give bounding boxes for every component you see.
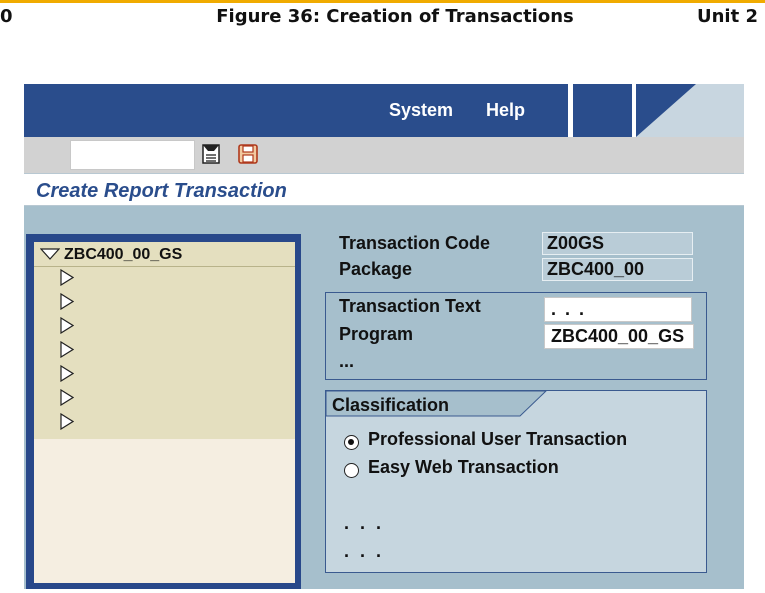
header-rule (0, 0, 765, 3)
screen-title-bar: Create Report Transaction (24, 173, 744, 206)
classification-group: Classification Professional User Transac… (325, 390, 707, 573)
professional-user-radio[interactable] (344, 435, 359, 450)
collapsed-node-triangle-icon[interactable] (60, 269, 74, 286)
collapsed-node-triangle-icon[interactable] (60, 341, 74, 358)
menubar-corner-shape (636, 84, 696, 137)
more-options-ellipsis: . . . (344, 513, 385, 533)
system-toolbar (24, 137, 744, 173)
menu-help[interactable]: Help (486, 100, 525, 121)
classification-title: Classification (332, 395, 450, 415)
menu-bar: System Help (24, 84, 744, 137)
more-fields-ellipsis: ... (339, 351, 355, 371)
professional-user-label: Professional User Transaction (368, 429, 628, 449)
collapsed-node-triangle-icon[interactable] (60, 365, 74, 382)
easy-web-radio[interactable] (344, 463, 359, 478)
more-options-ellipsis: . . . (344, 541, 385, 561)
program-label: Program (339, 324, 414, 344)
expanded-triangle-icon[interactable] (40, 248, 60, 260)
collapsed-node-triangle-icon[interactable] (60, 413, 74, 430)
transaction-text-field[interactable]: . . . (544, 297, 692, 322)
collapsed-node-triangle-icon[interactable] (60, 317, 74, 334)
menu-system[interactable]: System (389, 100, 453, 121)
transaction-attributes-group: Transaction Text . . . Program ZBC400_00… (325, 292, 707, 380)
menu-divider (568, 84, 573, 137)
tree-node-area: ZBC400_00_GS (34, 242, 295, 439)
save-icon[interactable] (237, 143, 259, 165)
tree-root-label: ZBC400_00_GS (64, 246, 183, 263)
transaction-code-field[interactable]: Z00GS (542, 232, 693, 255)
program-field[interactable]: ZBC400_00_GS (544, 324, 694, 349)
enter-icon[interactable] (200, 143, 222, 165)
figure-caption: Figure 36: Creation of Transactions (216, 6, 574, 27)
package-field[interactable]: ZBC400_00 (542, 258, 693, 281)
tree-root-row[interactable]: ZBC400_00_GS (34, 242, 295, 267)
transaction-code-label: Transaction Code (339, 233, 491, 253)
collapsed-node-triangle-icon[interactable] (60, 293, 74, 310)
package-label: Package (339, 259, 413, 279)
object-tree-frame: ZBC400_00_GS (26, 234, 301, 589)
easy-web-label: Easy Web Transaction (368, 457, 559, 477)
collapsed-node-triangle-icon[interactable] (60, 389, 74, 406)
object-tree: ZBC400_00_GS (34, 242, 295, 583)
sap-window: System Help Create Report Transaction ZB… (24, 84, 744, 589)
screen-title: Create Report Transaction (36, 180, 287, 202)
command-field[interactable] (70, 140, 195, 170)
transaction-text-label: Transaction Text (339, 296, 481, 316)
unit-label: Unit 2 L (697, 6, 765, 27)
